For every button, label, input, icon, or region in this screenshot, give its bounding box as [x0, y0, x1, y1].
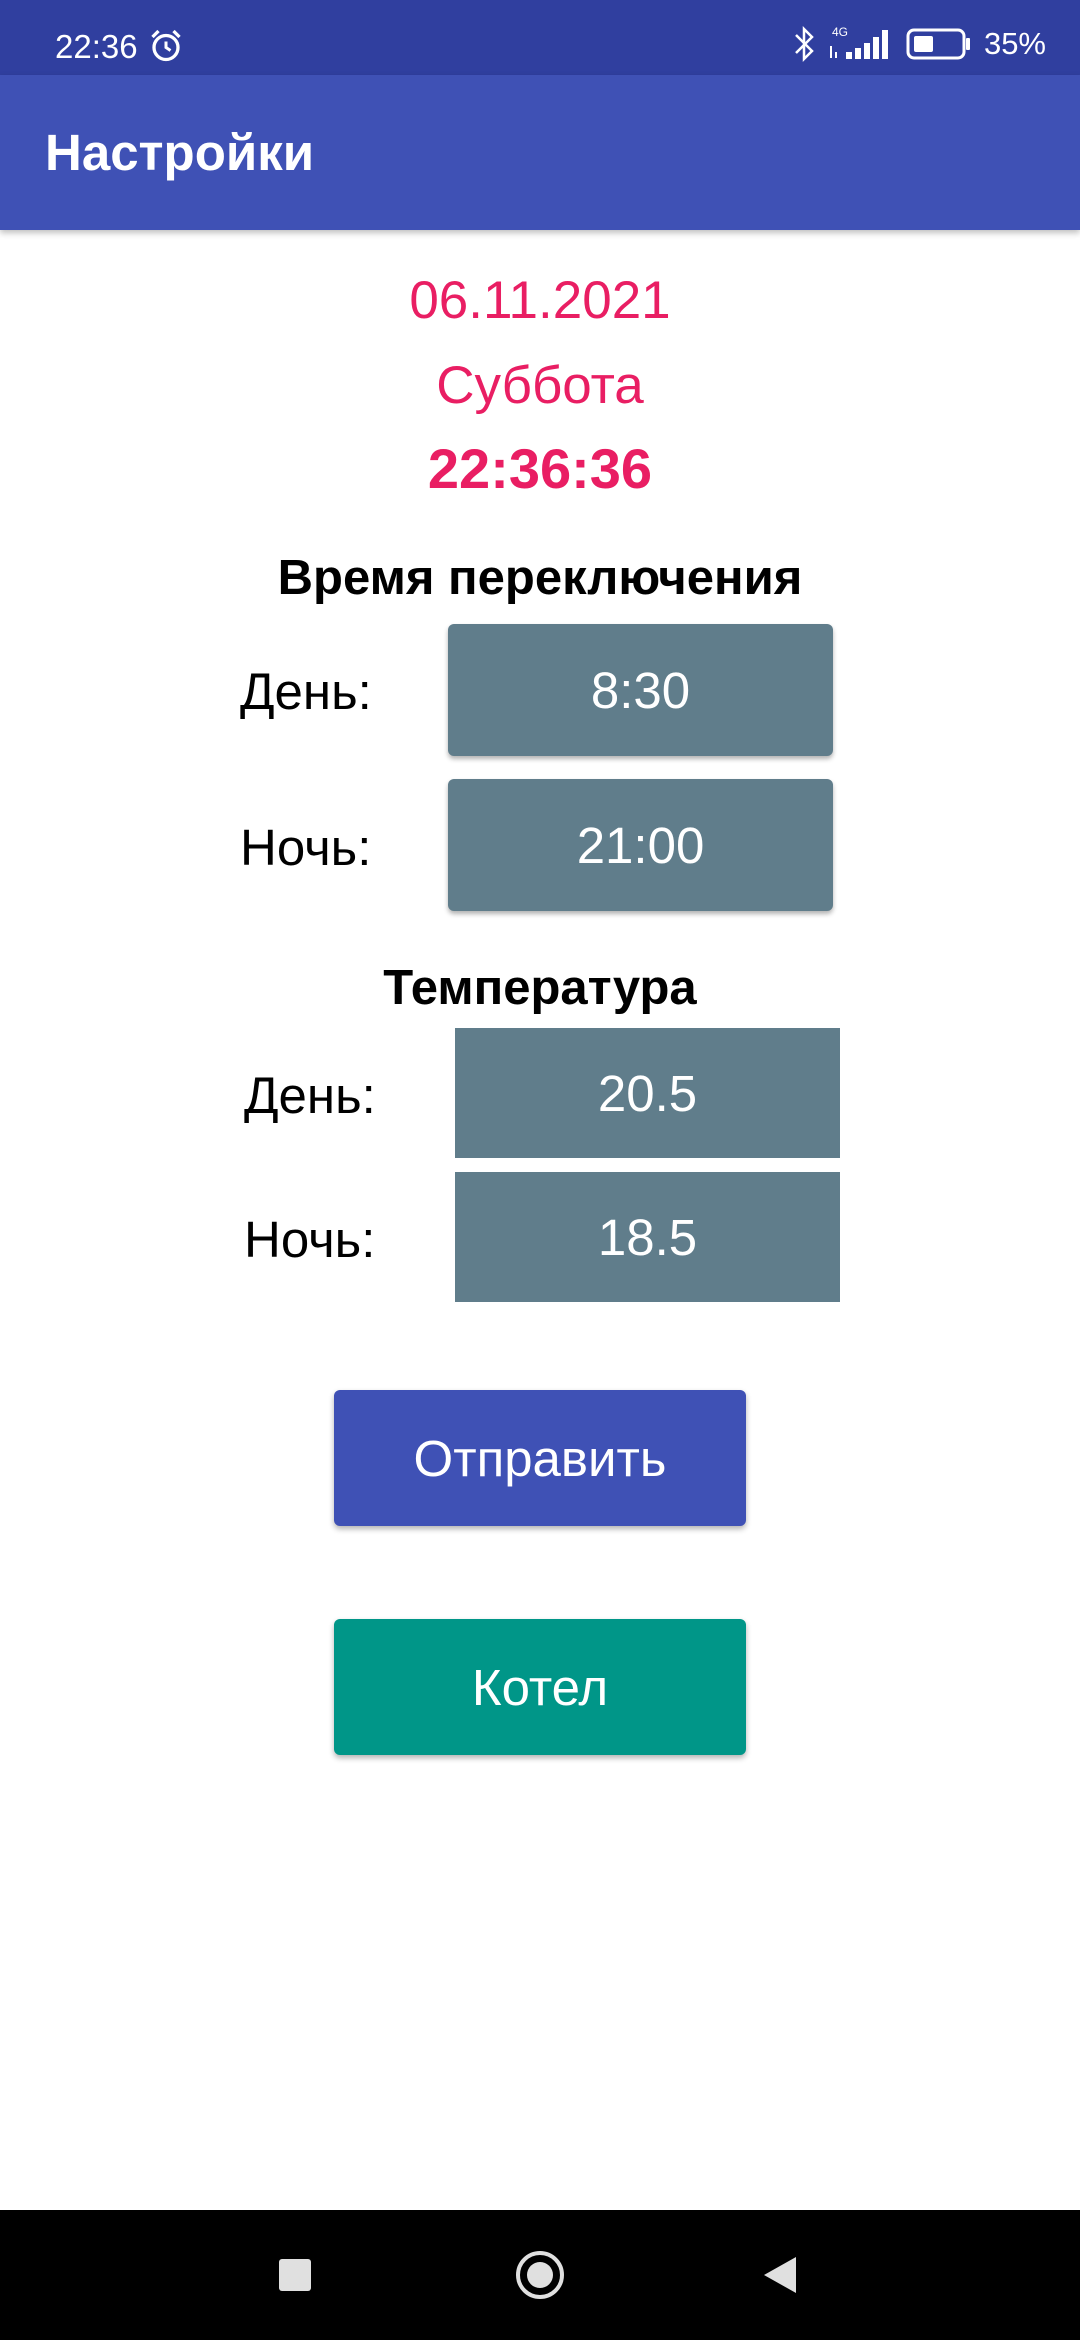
- recents-icon: [279, 2259, 311, 2291]
- navigation-bar: [0, 2210, 1080, 2340]
- signal-icon: 4G: [829, 25, 888, 59]
- temp-night-label: Ночь:: [244, 1211, 376, 1268]
- switch-day-time-value: 8:30: [590, 661, 691, 719]
- switch-day-time-button[interactable]: 8:30: [448, 624, 833, 756]
- temp-day-input[interactable]: 20.5: [455, 1028, 840, 1158]
- switch-time-title: Время переключения: [277, 551, 803, 605]
- temp-night-input[interactable]: 18.5: [455, 1172, 840, 1302]
- home-icon: [516, 2251, 564, 2299]
- switch-day-label: День:: [240, 663, 372, 720]
- bluetooth-icon: [795, 25, 814, 63]
- network-type: 4G: [832, 25, 848, 39]
- boiler-button[interactable]: Котел: [334, 1619, 746, 1755]
- status-icons: 4G 35%: [792, 24, 1046, 64]
- temp-day-label: День:: [244, 1067, 376, 1124]
- boiler-button-label: Котел: [471, 1658, 609, 1716]
- back-button[interactable]: [745, 2240, 815, 2310]
- temp-day-value: 20.5: [597, 1064, 698, 1122]
- alarm-icon: [151, 29, 181, 62]
- switch-night-time-value: 21:00: [576, 816, 705, 874]
- current-time: 22:36:36: [427, 437, 653, 500]
- send-button[interactable]: Отправить: [334, 1390, 746, 1526]
- send-button-label: Отправить: [413, 1429, 667, 1487]
- page-title: Настройки: [45, 124, 315, 181]
- status-time: 22:36: [55, 28, 138, 65]
- app-bar: Настройки: [0, 75, 1080, 230]
- back-icon: [764, 2257, 796, 2293]
- current-weekday: Суббота: [436, 356, 644, 415]
- temperature-title: Температура: [383, 961, 697, 1015]
- home-button[interactable]: [505, 2240, 575, 2310]
- recents-button[interactable]: [260, 2240, 330, 2310]
- switch-night-time-button[interactable]: 21:00: [448, 779, 833, 911]
- temp-night-value: 18.5: [597, 1208, 698, 1266]
- status-bar: 22:36 4G 35%: [0, 0, 1080, 75]
- current-date: 06.11.2021: [409, 271, 671, 330]
- battery-icon: [906, 28, 970, 60]
- battery-percent: 35%: [983, 26, 1046, 61]
- switch-night-label: Ночь:: [240, 819, 372, 876]
